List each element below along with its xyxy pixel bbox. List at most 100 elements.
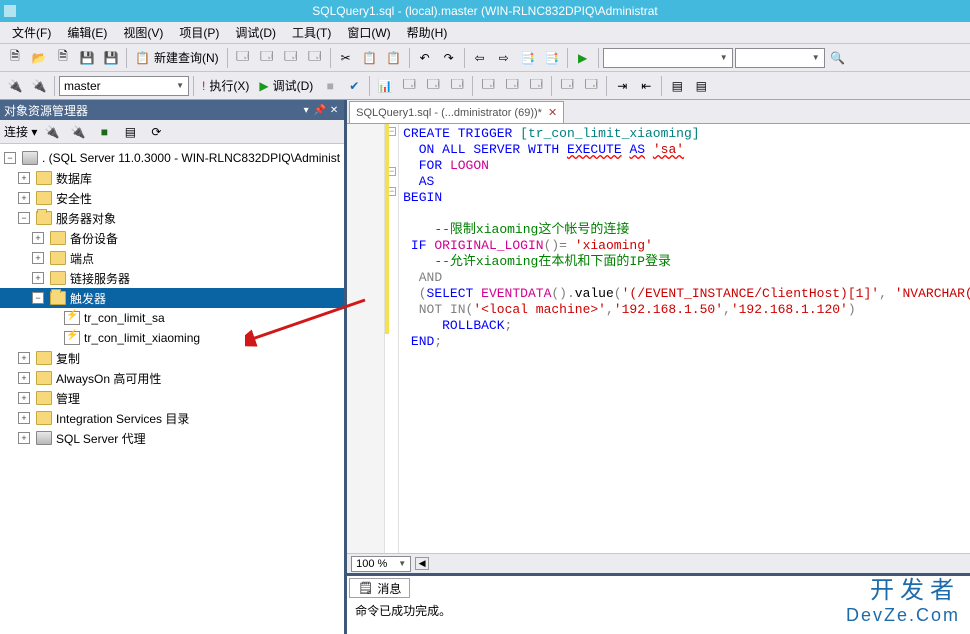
title-bar-quick-icons (4, 5, 16, 17)
code-editor[interactable]: − − − CREATE TRIGGER [tr_con_limit_xiaom… (347, 124, 970, 553)
object-explorer-tree[interactable]: − . (SQL Server 11.0.3000 - WIN-RLNC832D… (0, 144, 344, 634)
menu-debug[interactable]: 调试(D) (227, 22, 284, 43)
sql2-icon[interactable]: 🗔 (398, 75, 420, 97)
pin-icon[interactable]: 📌 (314, 104, 326, 116)
undo-icon[interactable]: ↶ (414, 47, 436, 69)
menu-help[interactable]: 帮助(H) (399, 22, 456, 43)
stop-icon[interactable]: ■ (319, 75, 341, 97)
execute-button[interactable]: ! 执行(X) (198, 77, 253, 94)
tree-databases[interactable]: + 数据库 (0, 168, 344, 188)
disconnect-icon[interactable]: 🔌 (67, 121, 89, 143)
close-icon[interactable]: ✕ (328, 104, 340, 116)
tb-icon-1[interactable]: 🗔 (232, 47, 254, 69)
tb-icon-2[interactable]: 🗔 (256, 47, 278, 69)
tree-server-objects[interactable]: − 服务器对象 (0, 208, 344, 228)
collapse-icon[interactable]: − (18, 212, 30, 224)
tree-triggers[interactable]: − 触发器 (0, 288, 344, 308)
tree-is-catalog[interactable]: + Integration Services 目录 (0, 408, 344, 428)
tab-close-icon[interactable]: ✕ (548, 106, 557, 119)
redo-icon[interactable]: ↷ (438, 47, 460, 69)
nav-list-icon[interactable]: 📑 (517, 47, 539, 69)
collapse-icon[interactable]: − (32, 292, 44, 304)
tree-backup-devices[interactable]: + 备份设备 (0, 228, 344, 248)
sql8-icon[interactable]: 🗔 (556, 75, 578, 97)
expand-icon[interactable]: + (18, 352, 30, 364)
debug-button[interactable]: ▶ 调试(D) (255, 77, 317, 94)
database-combo[interactable]: master ▼ (59, 76, 189, 96)
expand-icon[interactable]: + (32, 272, 44, 284)
expand-icon[interactable]: + (18, 372, 30, 384)
expand-icon[interactable]: + (18, 192, 30, 204)
sql4-icon[interactable]: 🗔 (446, 75, 468, 97)
tree-security[interactable]: + 安全性 (0, 188, 344, 208)
sql9-icon[interactable]: 🗔 (580, 75, 602, 97)
scroll-left-icon[interactable]: ◀ (415, 557, 429, 570)
menu-view[interactable]: 视图(V) (115, 22, 171, 43)
conn2-icon[interactable]: 🔌 (28, 75, 50, 97)
folder-open-icon (50, 291, 66, 305)
expand-icon[interactable]: + (18, 392, 30, 404)
estplan-icon[interactable]: 📊 (374, 75, 396, 97)
nav-list2-icon[interactable]: 📑 (541, 47, 563, 69)
menu-edit[interactable]: 编辑(E) (59, 22, 115, 43)
menu-file[interactable]: 文件(F) (4, 22, 59, 43)
save-icon[interactable]: 💾 (76, 47, 98, 69)
tree-alwayson[interactable]: + AlwaysOn 高可用性 (0, 368, 344, 388)
expand-icon[interactable]: + (18, 172, 30, 184)
nav-fwd-icon[interactable]: ⇨ (493, 47, 515, 69)
toolbar-main: 🗎 📂 🗎 💾 💾 📋 新建查询(N) 🗔 🗔 🗔 🗔 ✂ 📋 📋 ↶ ↷ ⇦ … (0, 44, 970, 72)
tree-trigger-2[interactable]: tr_con_limit_xiaoming (0, 328, 344, 348)
tree-linked-servers[interactable]: + 链接服务器 (0, 268, 344, 288)
new-query-button[interactable]: 📋 新建查询(N) (131, 49, 223, 66)
tree-replication[interactable]: + 复制 (0, 348, 344, 368)
tb-icon-3[interactable]: 🗔 (280, 47, 302, 69)
editor-tab[interactable]: SQLQuery1.sql - (...dministrator (69))* … (349, 101, 564, 123)
messages-tab[interactable]: 🗒 消息 (349, 578, 410, 598)
menu-tools[interactable]: 工具(T) (284, 22, 339, 43)
new-project-icon[interactable]: 🗎 (4, 47, 26, 69)
menu-project[interactable]: 项目(P) (171, 22, 227, 43)
zoom-combo[interactable]: 100 % ▼ (351, 556, 411, 572)
cut-icon[interactable]: ✂ (335, 47, 357, 69)
add-file-icon[interactable]: 🗎 (52, 47, 74, 69)
tree-management[interactable]: + 管理 (0, 388, 344, 408)
object-explorer-header: 对象资源管理器 ▾ 📌 ✕ (0, 100, 344, 120)
open-icon[interactable]: 📂 (28, 47, 50, 69)
stop2-icon[interactable]: ■ (93, 121, 115, 143)
expand-icon[interactable]: + (18, 432, 30, 444)
outdent-icon[interactable]: ⇤ (635, 75, 657, 97)
paste-icon[interactable]: 📋 (383, 47, 405, 69)
refresh-icon[interactable]: ⟳ (145, 121, 167, 143)
expand-icon[interactable]: + (32, 252, 44, 264)
expand-icon[interactable]: + (18, 412, 30, 424)
config-combo-2[interactable]: ▼ (735, 48, 825, 68)
comment-icon[interactable]: ▤ (666, 75, 688, 97)
menu-window[interactable]: 窗口(W) (339, 22, 398, 43)
play-icon[interactable]: ▶ (572, 47, 594, 69)
sql7-icon[interactable]: 🗔 (525, 75, 547, 97)
tb-icon-4[interactable]: 🗔 (304, 47, 326, 69)
sql6-icon[interactable]: 🗔 (501, 75, 523, 97)
connect-button[interactable]: 连接 ▾ (4, 123, 37, 140)
change-conn-icon[interactable]: 🔌 (4, 75, 26, 97)
parse-icon[interactable]: ✔ (343, 75, 365, 97)
dropdown-icon[interactable]: ▾ (300, 104, 312, 116)
copy-icon[interactable]: 📋 (359, 47, 381, 69)
config-combo[interactable]: ▼ (603, 48, 733, 68)
sql3-icon[interactable]: 🗔 (422, 75, 444, 97)
tree-sql-agent[interactable]: + SQL Server 代理 (0, 428, 344, 448)
tree-root[interactable]: − . (SQL Server 11.0.3000 - WIN-RLNC832D… (0, 148, 344, 168)
tree-endpoints[interactable]: + 端点 (0, 248, 344, 268)
find-icon[interactable]: 🔍 (827, 47, 849, 69)
sql5-icon[interactable]: 🗔 (477, 75, 499, 97)
save-all-icon[interactable]: 💾 (100, 47, 122, 69)
uncomment-icon[interactable]: ▤ (690, 75, 712, 97)
connect-icon[interactable]: 🔌 (41, 121, 63, 143)
expand-icon[interactable]: + (32, 232, 44, 244)
tree-trigger-1[interactable]: tr_con_limit_sa (0, 308, 344, 328)
code-content[interactable]: CREATE TRIGGER [tr_con_limit_xiaoming] O… (399, 124, 970, 553)
indent-icon[interactable]: ⇥ (611, 75, 633, 97)
nav-back-icon[interactable]: ⇦ (469, 47, 491, 69)
filter-icon[interactable]: ▤ (119, 121, 141, 143)
collapse-icon[interactable]: − (4, 152, 16, 164)
